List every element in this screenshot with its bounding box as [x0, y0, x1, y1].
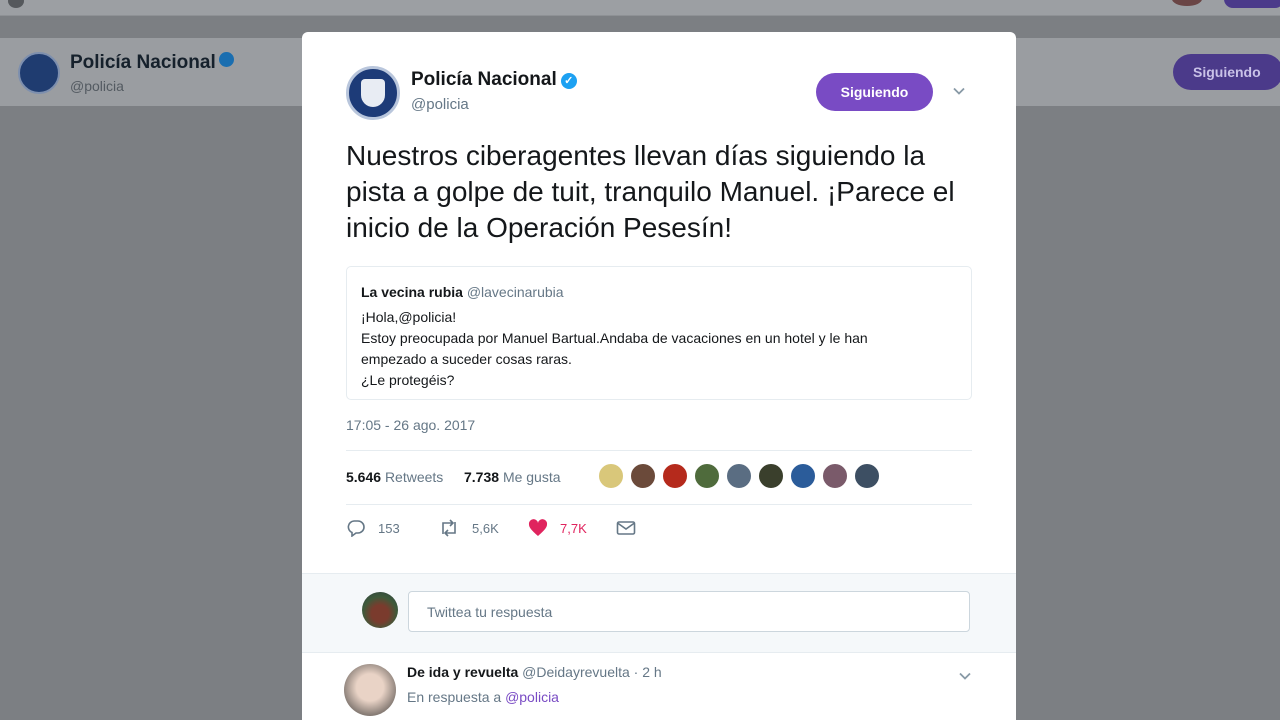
quoted-line: ¡Hola,@policia! [361, 309, 457, 325]
reply-to-prefix: En respuesta a [407, 689, 502, 705]
liker-avatar[interactable] [822, 463, 848, 489]
reply-compose-area [302, 573, 1016, 653]
top-avatar[interactable] [1172, 0, 1202, 6]
background-profile-name: Policía Nacional [70, 52, 234, 74]
author-name[interactable]: Policía Nacional ✓ [411, 69, 577, 91]
envelope-icon [616, 521, 636, 535]
quoted-line: empezado a suceder cosas raras. [361, 351, 572, 367]
quoted-author-handle: @lavecinarubia [466, 284, 564, 300]
reply-icon [347, 520, 365, 537]
liker-avatar[interactable] [758, 463, 784, 489]
like-action[interactable]: 7,7K [528, 519, 587, 537]
liker-avatar[interactable] [630, 463, 656, 489]
retweet-icon [442, 519, 456, 537]
likes-label: Me gusta [502, 469, 561, 485]
following-button[interactable]: Siguiendo [816, 73, 933, 111]
quoted-line: ¿Le protegéis? [361, 372, 455, 388]
heart-icon [528, 519, 548, 536]
message-action[interactable] [616, 519, 648, 537]
reply-to-mention[interactable]: @policia [505, 689, 559, 705]
reply-to-line: En respuesta a @policia [407, 689, 559, 705]
liker-avatar[interactable] [790, 463, 816, 489]
verified-icon: ✓ [560, 73, 577, 89]
quoted-tweet[interactable]: La vecina rubia @lavecinarubia ¡Hola,@po… [346, 266, 972, 400]
author-handle[interactable]: @policia [411, 96, 469, 113]
reply-input[interactable] [408, 591, 970, 632]
reply-author-avatar[interactable] [344, 664, 396, 716]
tweet-actions: 153 5,6K 7,7K [346, 516, 972, 546]
retweets-label: Retweets [384, 469, 444, 485]
likes-stat[interactable]: 7.738 Me gusta [464, 469, 561, 485]
retweets-count: 5.646 [346, 469, 382, 485]
liker-avatar[interactable] [854, 463, 880, 489]
reply-author-name[interactable]: De ida y revuelta [407, 664, 518, 680]
quoted-line: Estoy preocupada por Manuel Bartual.Anda… [361, 330, 868, 346]
retweet-action[interactable]: 5,6K [438, 519, 499, 537]
likes-count: 7.738 [464, 469, 500, 485]
liker-avatar[interactable] [598, 463, 624, 489]
background-profile-handle: @policia [70, 78, 124, 94]
chevron-down-icon[interactable] [958, 669, 972, 688]
reply-header: De ida y revuelta @Deidayrevuelta · 2 h [407, 664, 662, 680]
top-tweet-button[interactable] [1224, 0, 1280, 8]
reply-action[interactable]: 153 [346, 519, 400, 537]
browser-top-strip [0, 0, 1280, 16]
like-count: 7,7K [560, 520, 587, 536]
tweet-modal: Policía Nacional ✓ @policia Siguiendo Nue… [302, 32, 1016, 720]
tweet-timestamp[interactable]: 17:05 - 26 ago. 2017 [346, 417, 475, 433]
quoted-author-name: La vecina rubia [361, 284, 463, 300]
verified-icon [218, 52, 234, 67]
author-avatar[interactable] [346, 66, 400, 120]
quoted-tweet-header: La vecina rubia @lavecinarubia [361, 282, 957, 303]
reply-author-handle[interactable]: @Deidayrevuelta [522, 664, 630, 680]
current-user-avatar [362, 592, 398, 628]
liker-avatar[interactable] [662, 463, 688, 489]
tweet-stats: 5.646 Retweets 7.738 Me gusta [346, 450, 972, 505]
background-follow-button[interactable]: Siguiendo [1173, 54, 1280, 90]
retweets-stat[interactable]: 5.646 Retweets [346, 469, 443, 485]
retweet-count: 5,6K [472, 520, 499, 536]
reply-count: 153 [378, 520, 400, 536]
liker-avatar[interactable] [694, 463, 720, 489]
badge-icon [361, 79, 385, 107]
reply-time[interactable]: 2 h [642, 664, 661, 680]
tweet-text: Nuestros ciberagentes llevan días siguie… [346, 140, 955, 243]
background-avatar [18, 52, 60, 94]
chevron-down-icon[interactable] [952, 84, 966, 98]
top-left-icon [8, 0, 24, 8]
liker-avatar[interactable] [726, 463, 752, 489]
reply-tweet[interactable]: De ida y revuelta @Deidayrevuelta · 2 h … [302, 654, 1016, 720]
reply-separator: · [633, 664, 639, 680]
